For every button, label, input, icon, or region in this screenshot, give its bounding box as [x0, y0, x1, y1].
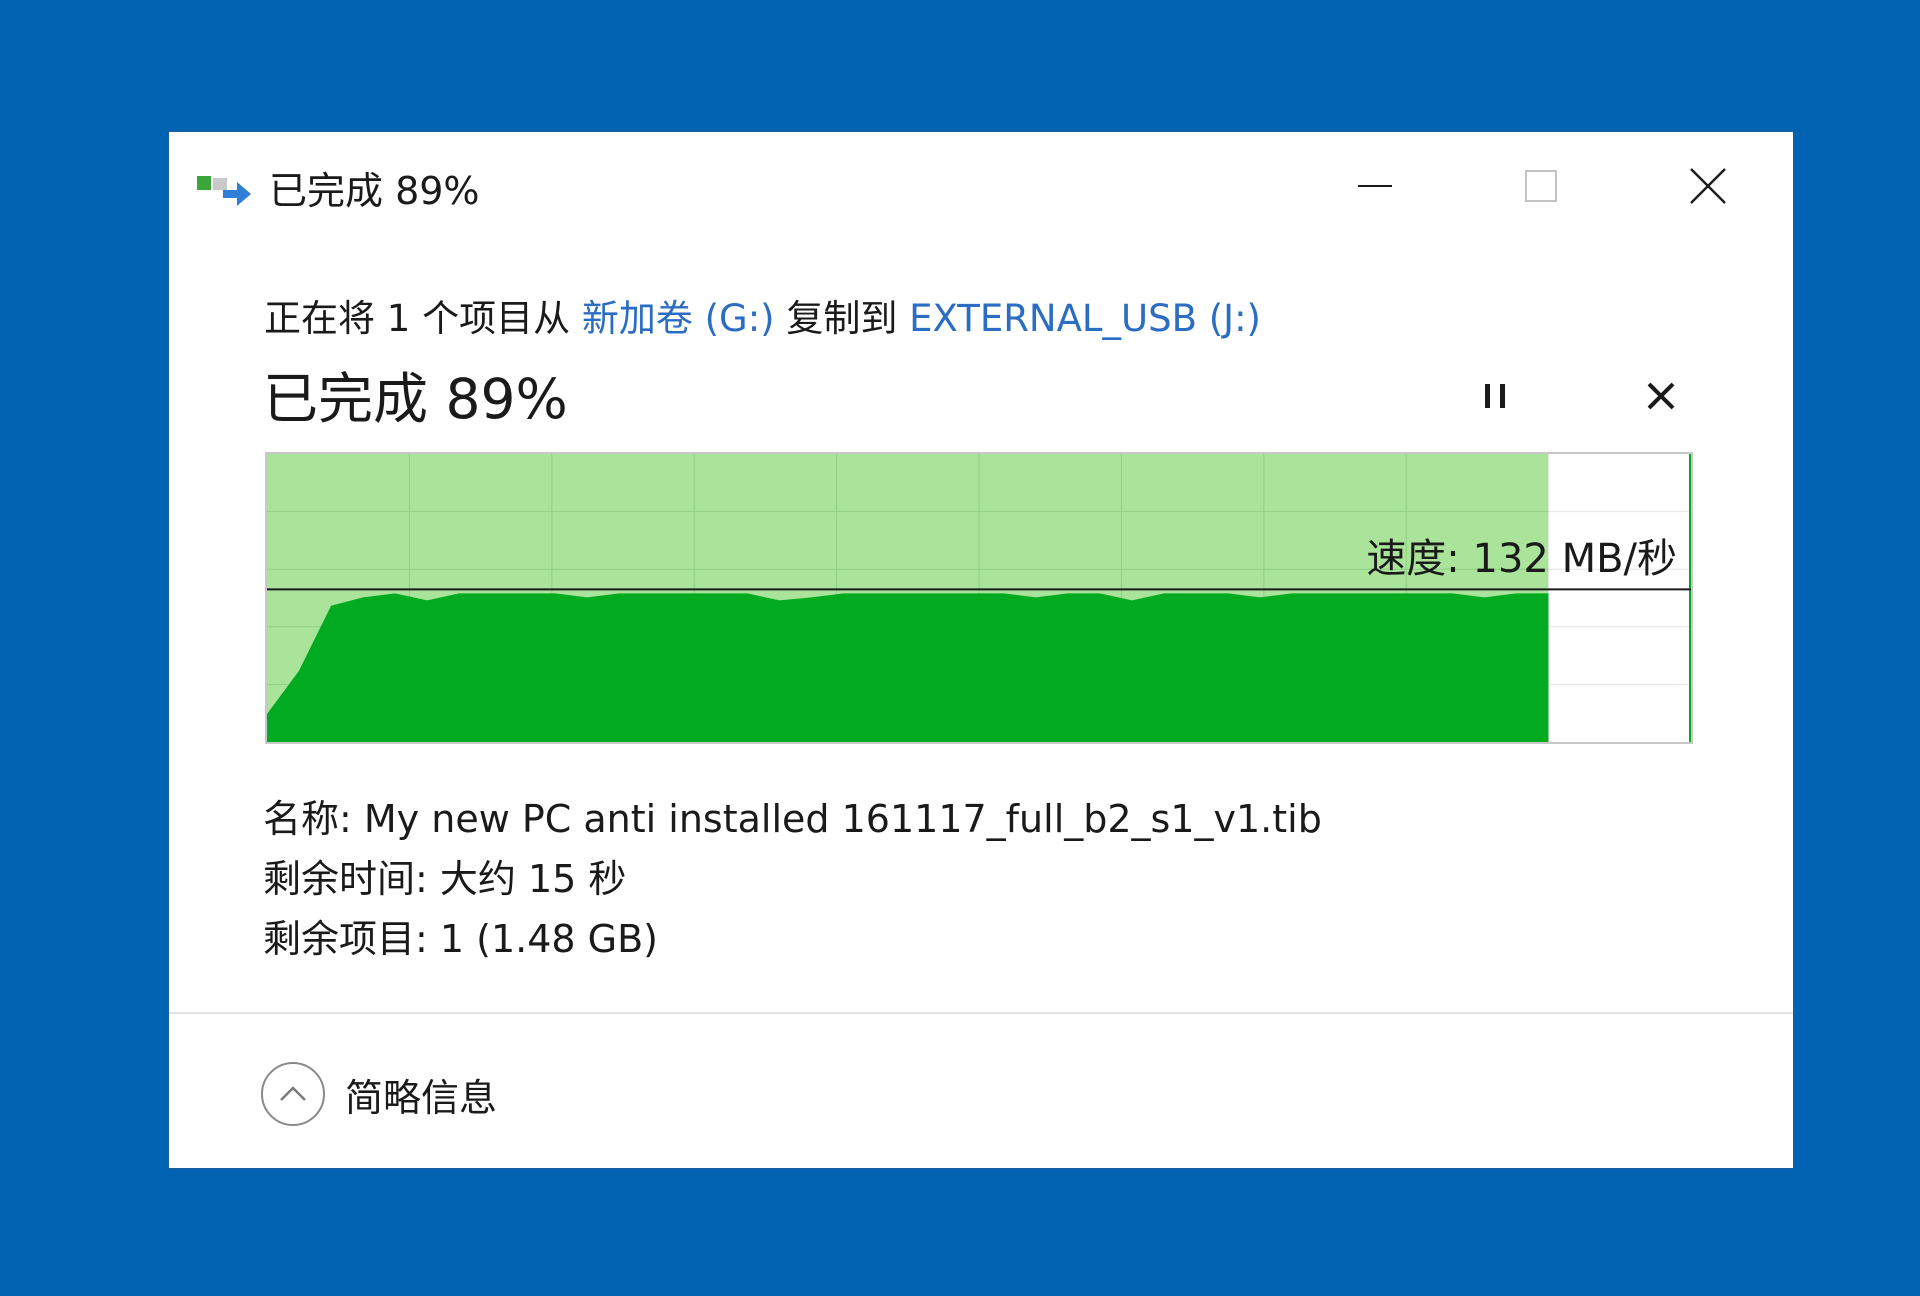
cancel-copy-button[interactable]	[1631, 366, 1691, 426]
file-name: 名称: My new PC anti installed 161117_full…	[263, 797, 1322, 841]
maximize-icon	[1525, 170, 1557, 202]
close-button[interactable]	[1676, 154, 1740, 218]
maximize-button[interactable]	[1509, 154, 1573, 218]
source-link[interactable]: 新加卷 (G:)	[582, 297, 775, 340]
minimize-icon	[1358, 185, 1392, 187]
title-bar: 已完成 89%	[169, 132, 1793, 222]
pause-button[interactable]	[1465, 366, 1525, 426]
time-remaining: 剩余时间: 大约 15 秒	[263, 857, 627, 901]
destination-link[interactable]: EXTERNAL_USB (J:)	[909, 297, 1261, 340]
copy-middle: 复制到	[774, 297, 910, 340]
speed-graph: 速度: 132 MB/秒	[265, 452, 1693, 744]
fewer-details-toggle[interactable]: 简略信息	[261, 1058, 497, 1130]
items-remaining: 剩余项目: 1 (1.48 GB)	[263, 917, 658, 961]
copy-prefix: 正在将 1 个项目从	[264, 297, 582, 340]
file-copy-dialog: 已完成 89% 正在将 1 个项目从 新加卷 (G:) 复制到 EXTERNAL…	[169, 132, 1793, 1168]
pause-icon	[1485, 384, 1505, 408]
progress-percent: 已完成 89%	[263, 367, 568, 431]
chevron-up-icon	[280, 1086, 306, 1101]
fewer-details-label: 简略信息	[345, 1075, 498, 1120]
speed-label: 速度: 132 MB/秒	[1366, 536, 1677, 582]
minimize-button[interactable]	[1343, 154, 1407, 218]
dialog-footer: 简略信息	[169, 1012, 1793, 1170]
copy-description: 正在将 1 个项目从 新加卷 (G:) 复制到 EXTERNAL_USB (J:…	[264, 288, 1261, 342]
cancel-icon	[1647, 382, 1675, 410]
speed-graph-canvas	[265, 452, 1693, 744]
window-title: 已完成 89%	[269, 169, 480, 213]
speed-history-fill	[267, 593, 1549, 742]
toggle-circle[interactable]	[261, 1062, 325, 1126]
copy-transfer-icon	[197, 176, 251, 206]
close-icon	[1690, 168, 1726, 204]
